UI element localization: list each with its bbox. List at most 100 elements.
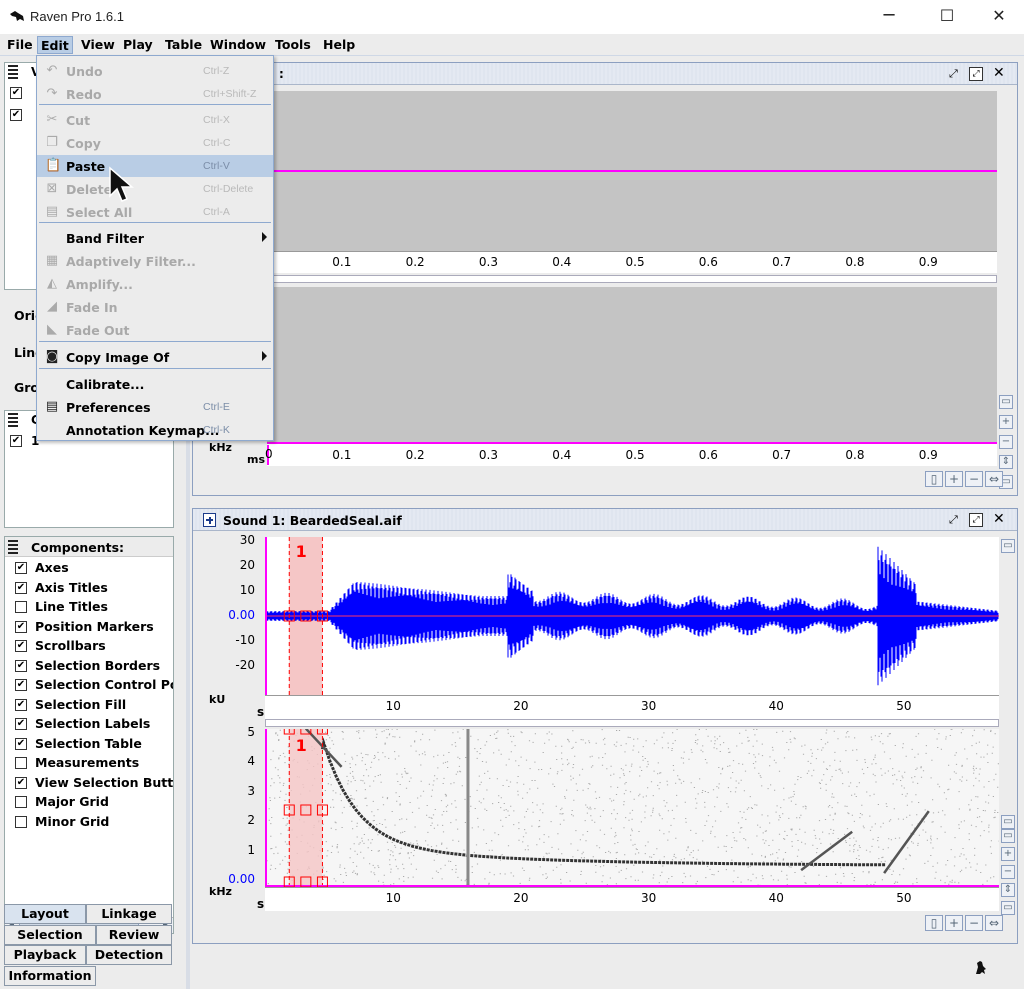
h-zoom-out-icon[interactable]: − xyxy=(965,915,983,931)
menu-edit[interactable]: Edit xyxy=(37,36,73,54)
panel-grip-icon xyxy=(8,65,18,79)
restore-icon[interactable]: ⤢ xyxy=(949,513,963,527)
menu-tools[interactable]: Tools xyxy=(272,36,314,54)
tab-linkage[interactable]: Linkage xyxy=(86,904,172,924)
maximize-view-icon[interactable]: ⤢ xyxy=(969,513,983,527)
menu-item-amplify[interactable]: ◭ Amplify... xyxy=(37,273,273,295)
menu-file[interactable]: File xyxy=(4,36,36,54)
menu-help[interactable]: Help xyxy=(320,36,358,54)
menu-item-undo[interactable]: ↶ Undo Ctrl-Z xyxy=(37,60,273,82)
h-zoom-fit-icon[interactable]: ▯ xyxy=(925,915,943,931)
component-checkbox[interactable] xyxy=(15,815,27,828)
menu-view[interactable]: View xyxy=(78,36,118,54)
zoom-fit-icon[interactable]: ▭ xyxy=(999,395,1013,409)
h-zoom-fit-icon[interactable]: ▯ xyxy=(925,471,943,487)
close-button[interactable]: ✕ xyxy=(976,0,1022,34)
component-checkbox[interactable]: ✔ xyxy=(15,562,27,574)
lower-plot-area[interactable] xyxy=(267,287,997,444)
waveform-plot[interactable]: 1 xyxy=(265,537,999,695)
y-tick-label: -20 xyxy=(235,658,255,672)
zoom-fit-icon[interactable]: ▭ xyxy=(1001,829,1015,843)
menu-window[interactable]: Window xyxy=(207,36,269,54)
waveform-y-unit: kU xyxy=(209,693,226,706)
menu-item-select-all[interactable]: ▤ Select All Ctrl-A xyxy=(37,201,273,223)
waveform-scrollbar[interactable] xyxy=(265,719,999,727)
menu-item-preferences[interactable]: ▤ Preferences Ctrl-E xyxy=(37,396,273,418)
spectrogram-plot[interactable]: 1 xyxy=(265,729,999,887)
zoom-in-icon[interactable]: + xyxy=(1001,847,1015,861)
tree-checkbox[interactable]: ✔ xyxy=(10,109,22,121)
upper-plot-area[interactable] xyxy=(267,91,997,251)
x-tick-label: 20 xyxy=(513,891,529,905)
component-label: Selection Control Point xyxy=(35,677,173,692)
component-checkbox[interactable]: ✔ xyxy=(15,659,27,672)
h-zoom-in-icon[interactable]: + xyxy=(945,915,963,931)
menu-item-band-filter[interactable]: Band Filter xyxy=(37,227,273,249)
menu-table[interactable]: Table xyxy=(162,36,205,54)
zoom-in-icon[interactable]: + xyxy=(999,415,1013,429)
maximize-button[interactable]: ☐ xyxy=(924,0,970,34)
maximize-view-icon[interactable]: ⤢ xyxy=(969,67,983,81)
menu-item-redo[interactable]: ↷ Redo Ctrl+Shift-Z xyxy=(37,83,273,105)
component-checkbox[interactable]: ✔ xyxy=(15,698,27,711)
component-checkbox[interactable]: ✔ xyxy=(15,620,27,633)
menu-item-paste[interactable]: 📋 Paste Ctrl-V xyxy=(37,155,273,177)
submenu-arrow-icon xyxy=(262,351,267,361)
upper-scrollbar[interactable] xyxy=(267,275,997,283)
menu-item-annotation-keymap[interactable]: Annotation Keymap... Ctrl-K xyxy=(37,419,273,441)
menu-item-calibrate[interactable]: Calibrate... xyxy=(37,373,273,395)
component-checkbox[interactable]: ✔ xyxy=(15,776,27,789)
zoom-out-icon[interactable]: − xyxy=(999,435,1013,449)
h-zoom-full-icon[interactable]: ⇔ xyxy=(985,471,1003,487)
menu-item-label: Annotation Keymap... xyxy=(66,423,220,438)
h-zoom-in-icon[interactable]: + xyxy=(945,471,963,487)
tab-selection[interactable]: Selection xyxy=(4,925,96,945)
x-tick-label: 0.7 xyxy=(772,448,792,462)
menu-item-label: Fade In xyxy=(66,300,118,315)
zoom-out-icon[interactable]: − xyxy=(1001,865,1015,879)
component-checkbox[interactable] xyxy=(15,601,27,613)
x-tick-label: 0.8 xyxy=(845,448,865,462)
view-title-fragment: : xyxy=(279,67,284,81)
tab-playback[interactable]: Playback xyxy=(4,945,86,965)
tab-detection[interactable]: Detection xyxy=(86,945,172,965)
component-checkbox[interactable] xyxy=(15,757,27,769)
x-tick-label: 0.6 xyxy=(698,448,718,462)
waveform-x-unit: s xyxy=(257,705,265,719)
menu-item-label: Copy Image Of xyxy=(66,350,170,365)
tree-checkbox[interactable]: ✔ xyxy=(10,435,22,447)
y-tick-label: 0.00 xyxy=(228,608,255,622)
minimize-button[interactable]: ─ xyxy=(866,0,912,34)
menu-item-shortcut: Ctrl-E xyxy=(203,401,230,413)
zoom-selection-icon[interactable]: ▭ xyxy=(1001,901,1015,915)
component-checkbox[interactable]: ✔ xyxy=(15,737,27,750)
menu-item-adaptively-filter[interactable]: ▦ Adaptively Filter... xyxy=(37,250,273,272)
tree-checkbox[interactable]: ✔ xyxy=(10,87,22,99)
menu-item-copy[interactable]: ❐ Copy Ctrl-C xyxy=(37,132,273,154)
menu-item-fade-out[interactable]: ◣ Fade Out xyxy=(37,319,273,341)
scissors-icon: ✂ xyxy=(46,112,58,127)
component-checkbox[interactable] xyxy=(15,796,27,808)
menu-item-copy-image-of[interactable]: ◙ Copy Image Of xyxy=(37,346,273,368)
close-view-icon[interactable]: ✕ xyxy=(993,511,1005,527)
component-checkbox[interactable]: ✔ xyxy=(15,718,27,730)
menu-item-fade-in[interactable]: ◢ Fade In xyxy=(37,296,273,318)
h-zoom-full-icon[interactable]: ⇔ xyxy=(985,915,1003,931)
restore-icon[interactable]: ⤢ xyxy=(949,67,963,81)
menu-play[interactable]: Play xyxy=(120,36,156,54)
zoom-fit-icon[interactable]: ▭ xyxy=(1001,815,1015,829)
zoom-full-icon[interactable]: ⇕ xyxy=(999,455,1013,469)
menu-item-delete[interactable]: ⊠ Delete Ctrl-Delete xyxy=(37,178,273,200)
component-checkbox[interactable]: ✔ xyxy=(15,640,27,652)
component-checkbox[interactable]: ✔ xyxy=(15,679,27,691)
h-zoom-out-icon[interactable]: − xyxy=(965,471,983,487)
zoom-fit-icon[interactable]: ▭ xyxy=(1001,539,1015,553)
tab-review[interactable]: Review xyxy=(96,925,172,945)
close-view-icon[interactable]: ✕ xyxy=(993,65,1005,81)
menu-item-label: Select All xyxy=(66,205,133,220)
tab-information[interactable]: Information xyxy=(4,966,96,986)
component-checkbox[interactable]: ✔ xyxy=(15,581,27,594)
tab-layout[interactable]: Layout xyxy=(4,904,86,924)
zoom-full-icon[interactable]: ⇕ xyxy=(1001,883,1015,897)
menu-item-cut[interactable]: ✂ Cut Ctrl-X xyxy=(37,109,273,131)
